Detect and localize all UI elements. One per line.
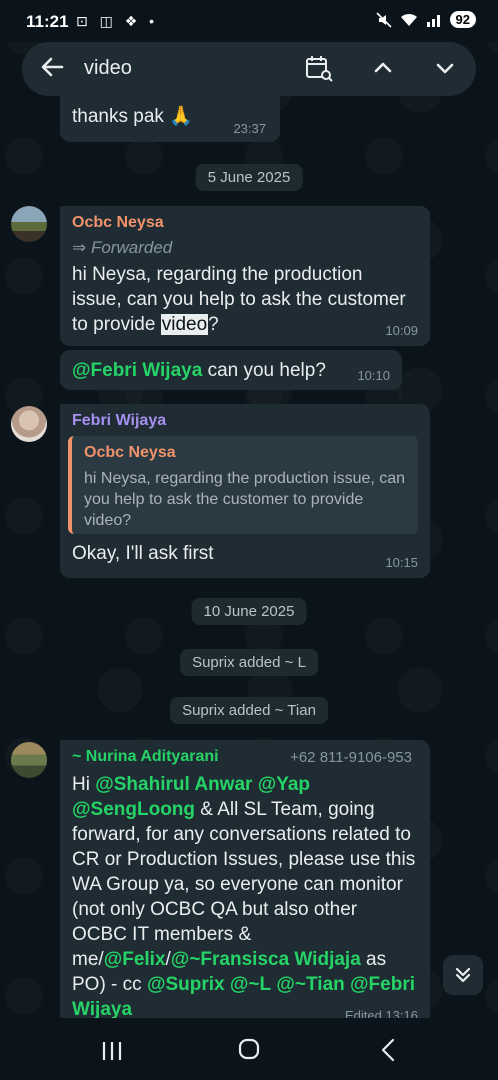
sender-name: Febri Wijaya bbox=[72, 412, 167, 429]
status-right-icons: 92 bbox=[375, 11, 476, 28]
system-message: Suprix added ~ Tian bbox=[170, 697, 328, 724]
status-bar: 11:21 ⊡ ◫ ❖ • 92 bbox=[0, 0, 498, 42]
message-time: 10:15 bbox=[385, 555, 418, 570]
notification-icons: ⊡ ◫ ❖ • bbox=[76, 13, 159, 29]
message-time: 23:37 bbox=[233, 121, 266, 136]
search-bar: video bbox=[22, 42, 476, 96]
quoted-text: hi Neysa, regarding the production issue… bbox=[84, 470, 406, 529]
date-separator: 10 June 2025 bbox=[191, 598, 307, 625]
forwarded-text: Forwarded bbox=[90, 238, 173, 257]
avatar[interactable] bbox=[11, 406, 47, 442]
mention-link[interactable]: @Felix bbox=[104, 949, 166, 970]
message-text-part: Hi bbox=[72, 774, 96, 795]
chevron-up-icon[interactable] bbox=[370, 55, 396, 81]
mention-link[interactable]: @~Fransisca Widjaja bbox=[171, 949, 361, 970]
message-bubble[interactable]: @Febri Wijaya can you help? 10:10 bbox=[60, 350, 402, 390]
nav-back-icon[interactable] bbox=[380, 1038, 396, 1062]
mention-link[interactable]: @Suprix bbox=[147, 974, 225, 995]
message-text: hi Neysa, regarding the production issue… bbox=[72, 262, 412, 337]
message-bubble[interactable]: Febri Wijaya Ocbc Neysa hi Neysa, regard… bbox=[60, 404, 430, 578]
double-chevron-down-icon bbox=[455, 967, 471, 983]
battery-indicator: 92 bbox=[449, 11, 476, 28]
message-time: 10:09 bbox=[385, 323, 418, 338]
message-text: @Febri Wijaya can you help? bbox=[72, 358, 326, 383]
signal-icon bbox=[426, 14, 440, 27]
back-arrow-icon[interactable] bbox=[38, 53, 66, 81]
message-bubble[interactable]: thanks pak 🙏 23:37 bbox=[60, 96, 280, 142]
sender-name: Ocbc Neysa bbox=[72, 214, 164, 231]
mention-link[interactable]: @Febri Wijaya bbox=[72, 360, 202, 381]
scroll-to-bottom-button[interactable] bbox=[443, 955, 483, 995]
avatar[interactable] bbox=[11, 742, 47, 778]
message-bubble[interactable]: ~ Nurina Adityarani +62 811-9106-953 Hi … bbox=[60, 740, 430, 1018]
message-text-part: hi Neysa, regarding the production issue… bbox=[72, 264, 406, 335]
search-highlight: video bbox=[160, 314, 209, 335]
message-time: Edited 13:16 bbox=[344, 1008, 418, 1018]
sender-name: ~ Nurina Adityarani bbox=[72, 748, 219, 765]
system-message: Suprix added ~ L bbox=[180, 649, 318, 676]
mention-link[interactable]: @Shahirul Anwar bbox=[95, 774, 252, 795]
mention-link[interactable]: @~Tian bbox=[276, 974, 344, 995]
calendar-search-icon[interactable] bbox=[304, 54, 334, 84]
mention-link[interactable]: @~L bbox=[230, 974, 271, 995]
avatar[interactable] bbox=[11, 206, 47, 242]
home-icon[interactable] bbox=[238, 1038, 260, 1060]
date-separator: 5 June 2025 bbox=[195, 164, 303, 191]
forwarded-label: ⇒ Forwarded bbox=[72, 238, 172, 258]
chevron-down-icon[interactable] bbox=[432, 55, 458, 81]
message-text-part: can you help? bbox=[202, 360, 326, 381]
search-input[interactable]: video bbox=[84, 57, 132, 80]
message-text: Hi @Shahirul Anwar @Yap @SengLoong & All… bbox=[72, 772, 417, 1018]
message-text-part: ? bbox=[208, 314, 219, 335]
mute-icon bbox=[375, 11, 392, 28]
wifi-icon bbox=[400, 13, 417, 26]
message-text: thanks pak 🙏 bbox=[72, 106, 193, 127]
forward-icon: ⇒ bbox=[72, 238, 91, 257]
quoted-message[interactable]: Ocbc Neysa hi Neysa, regarding the produ… bbox=[68, 436, 418, 534]
message-bubble[interactable]: Ocbc Neysa ⇒ Forwarded hi Neysa, regardi… bbox=[60, 206, 430, 346]
message-list[interactable]: thanks pak 🙏 23:37 5 June 2025 Ocbc Neys… bbox=[0, 96, 498, 1018]
message-text: Okay, I'll ask first bbox=[72, 543, 214, 564]
message-text-part: & All SL Team, going forward, for any co… bbox=[72, 799, 416, 970]
message-time: 10:10 bbox=[357, 368, 390, 383]
status-time: 11:21 bbox=[26, 12, 69, 31]
quoted-sender: Ocbc Neysa bbox=[84, 444, 176, 461]
sender-phone: +62 811-9106-953 bbox=[290, 749, 412, 766]
recent-apps-icon[interactable] bbox=[100, 1040, 124, 1062]
system-nav-bar bbox=[0, 1018, 498, 1080]
